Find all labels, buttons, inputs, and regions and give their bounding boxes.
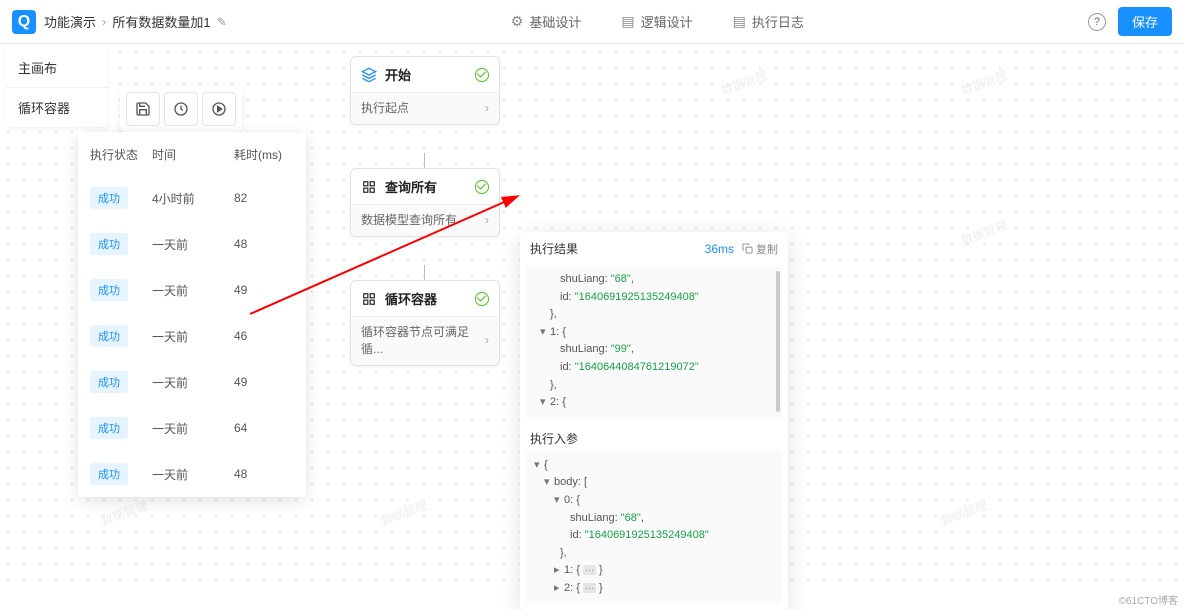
history-icon[interactable]	[164, 92, 198, 126]
log-row[interactable]: 成功一天前64	[78, 405, 306, 451]
result-duration: 36ms	[705, 242, 734, 256]
node-title: 开始	[385, 65, 411, 84]
breadcrumb-current: 所有数据数量加1	[112, 12, 210, 31]
log-row[interactable]: 成功一天前46	[78, 313, 306, 359]
status-badge: 成功	[90, 233, 128, 255]
node-query[interactable]: 查询所有 数据模型查询所有 ›	[350, 168, 500, 237]
flow-icon: ▤	[621, 13, 634, 30]
document-icon: ▤	[733, 13, 746, 30]
chevron-right-icon: ›	[485, 101, 489, 115]
result-title: 执行结果	[530, 240, 578, 257]
status-badge: 成功	[90, 463, 128, 485]
log-row[interactable]: 成功一天前48	[78, 221, 306, 267]
col-duration: 耗时(ms)	[234, 146, 294, 163]
log-header: 执行状态 时间 耗时(ms)	[78, 132, 306, 175]
tab-exec-log[interactable]: ▤ 执行日志	[733, 12, 804, 31]
footer: ©61CTO博客	[0, 592, 1184, 606]
watermark: 数据管理	[939, 496, 990, 528]
watermark: 数据管理	[719, 66, 770, 98]
node-title: 查询所有	[385, 177, 437, 196]
node-sub: 数据模型查询所有	[361, 211, 457, 228]
tab-loop-container[interactable]: 循环容器	[6, 88, 108, 127]
status-badge: 成功	[90, 371, 128, 393]
col-time: 时间	[152, 146, 234, 163]
input-params-code[interactable]: ▾{ ▾body: [ ▾0: { shuLiang: "68", id: "1…	[526, 451, 782, 604]
watermark: 数据管理	[99, 496, 150, 528]
node-sub: 循环容器节点可满足循...	[361, 323, 485, 357]
chevron-right-icon: ›	[485, 213, 489, 227]
grid-icon	[361, 179, 377, 195]
node-loop[interactable]: 循环容器 循环容器节点可满足循... ›	[350, 280, 500, 366]
log-row[interactable]: 成功一天前48	[78, 451, 306, 497]
top-header: Q 功能演示 › 所有数据数量加1 ✎ ⚙ 基础设计 ▤ 逻辑设计 ▤ 执行日志…	[0, 0, 1184, 44]
execution-result-panel: 执行结果 36ms 复制 shuLiang: "68", id: "164069…	[520, 232, 788, 610]
layers-icon	[361, 67, 377, 83]
grid-icon	[361, 291, 377, 307]
status-badge: 成功	[90, 279, 128, 301]
execution-log-panel: 执行状态 时间 耗时(ms) 成功4小时前82 成功一天前48 成功一天前49 …	[78, 132, 306, 497]
play-icon[interactable]	[202, 92, 236, 126]
tab-logic-design[interactable]: ▤ 逻辑设计	[621, 12, 692, 31]
log-row[interactable]: 成功一天前49	[78, 267, 306, 313]
result-output-code[interactable]: shuLiang: "68", id: "1640691925135249408…	[526, 265, 782, 418]
scrollbar[interactable]	[776, 271, 780, 412]
chevron-right-icon: ›	[485, 333, 489, 347]
log-row[interactable]: 成功一天前49	[78, 359, 306, 405]
breadcrumb: 功能演示 › 所有数据数量加1 ✎	[44, 12, 227, 31]
log-row[interactable]: 成功4小时前82	[78, 175, 306, 221]
edit-icon[interactable]: ✎	[217, 15, 227, 29]
canvas-tabs: 主画布 循环容器	[6, 48, 108, 127]
node-start[interactable]: 开始 执行起点 ›	[350, 56, 500, 125]
col-status: 执行状态	[90, 146, 152, 163]
help-icon[interactable]: ?	[1088, 13, 1106, 31]
canvas-area[interactable]: 数据管理 数据管理 数据管理 数据管理 数据管理 数据管理 数据管理 数据管理 …	[0, 44, 1184, 592]
watermark: 数据管理	[959, 66, 1010, 98]
gear-icon: ⚙	[511, 13, 524, 30]
tab-basic-design[interactable]: ⚙ 基础设计	[511, 12, 582, 31]
node-title: 循环容器	[385, 289, 437, 308]
app-logo: Q	[12, 10, 36, 34]
breadcrumb-root[interactable]: 功能演示	[44, 12, 96, 31]
copy-button[interactable]: 复制	[742, 241, 778, 257]
check-icon	[475, 68, 489, 82]
save-button[interactable]: 保存	[1118, 7, 1172, 36]
status-badge: 成功	[90, 325, 128, 347]
chevron-right-icon: ›	[102, 14, 106, 29]
watermark: 数据管理	[959, 216, 1010, 248]
watermark: 数据管理	[379, 496, 430, 528]
status-badge: 成功	[90, 417, 128, 439]
node-sub: 执行起点	[361, 99, 409, 116]
status-badge: 成功	[90, 187, 128, 209]
copyright: ©61CTO博客	[1119, 592, 1178, 606]
toolbar	[120, 86, 242, 132]
input-params-title: 执行入参	[520, 424, 788, 451]
tab-main-canvas[interactable]: 主画布	[6, 48, 108, 88]
save-icon[interactable]	[126, 92, 160, 126]
check-icon	[475, 180, 489, 194]
check-icon	[475, 292, 489, 306]
